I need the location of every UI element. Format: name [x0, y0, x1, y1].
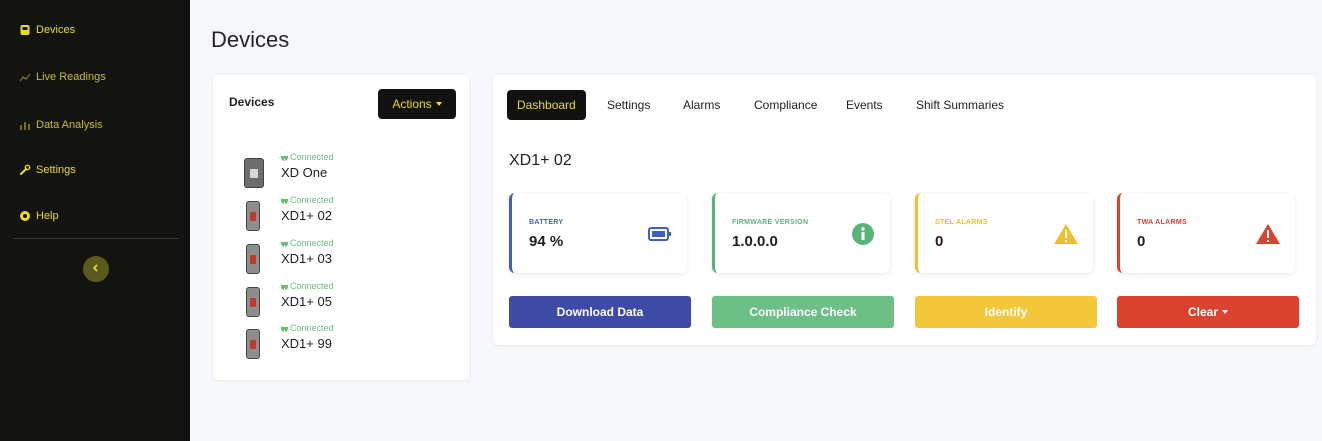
sidebar-divider [14, 238, 178, 239]
tab-dashboard[interactable]: Dashboard [507, 90, 586, 120]
sidebar-collapse-button[interactable] [83, 256, 109, 282]
actions-label: Actions [392, 97, 432, 111]
help-circle-icon [18, 209, 32, 223]
device-thumbnail [244, 158, 264, 188]
device-name: XD1+ 99 [281, 336, 332, 351]
stel-alarms-value: 0 [935, 233, 944, 250]
warning-icon [1255, 221, 1281, 247]
identify-button[interactable]: Identify [915, 296, 1097, 328]
sidebar-item-label: Settings [36, 164, 76, 176]
device-thumbnail [246, 287, 260, 317]
compliance-check-button[interactable]: Compliance Check [712, 296, 894, 328]
device-list-item[interactable]: Connected XD One [244, 152, 446, 194]
device-name: XD1+ 02 [281, 208, 332, 223]
twa-alarms-label: TWA ALARMS [1137, 219, 1187, 226]
battery-value: 94 % [529, 233, 564, 250]
clear-label: Clear [1187, 305, 1219, 319]
device-list-item[interactable]: Connected XD1+ 02 [246, 195, 446, 237]
firmware-label: FIRMWARE VERSION [732, 219, 809, 226]
battery-icon [647, 221, 673, 247]
plug-icon [281, 239, 288, 247]
devices-panel-title: Devices [229, 95, 275, 109]
device-thumbnail [246, 329, 260, 359]
firmware-value: 1.0.0.0 [732, 233, 778, 250]
plug-icon [281, 153, 288, 161]
sidebar-item-data-analysis[interactable]: Data Analysis [0, 110, 190, 140]
selected-device-name: XD1+ 02 [509, 152, 572, 169]
firmware-card: FIRMWARE VERSION 1.0.0.0 [712, 193, 890, 273]
device-list-item[interactable]: Connected XD1+ 05 [246, 281, 446, 323]
twa-alarms-value: 0 [1137, 233, 1146, 250]
device-icon [18, 23, 32, 37]
connection-status: Connected [281, 152, 334, 162]
device-name: XD One [281, 165, 328, 180]
device-name: XD1+ 03 [281, 251, 332, 266]
plug-icon [281, 282, 288, 290]
connection-status: Connected [281, 281, 334, 291]
device-thumbnail [246, 244, 260, 274]
device-list-item[interactable]: Connected XD1+ 03 [246, 238, 446, 280]
devices-panel: Devices Actions Connected XD One Connect… [213, 75, 469, 380]
warning-icon [1053, 221, 1079, 247]
stel-alarms-label: STEL ALARMS [935, 219, 988, 226]
sidebar-item-settings[interactable]: Settings [0, 155, 190, 185]
main-content: Devices Devices Actions Connected XD One… [190, 0, 1322, 441]
tab-alarms[interactable]: Alarms [673, 90, 730, 120]
tab-settings[interactable]: Settings [597, 90, 660, 120]
sidebar: Devices Live Readings Data Analysis Sett… [0, 0, 190, 441]
device-detail-panel: Dashboard Settings Alarms Compliance Eve… [493, 75, 1316, 345]
plug-icon [281, 196, 288, 204]
device-name: XD1+ 05 [281, 294, 332, 309]
sidebar-item-help[interactable]: Help [0, 201, 190, 231]
sidebar-item-devices[interactable]: Devices [0, 15, 190, 45]
chevron-left-icon [91, 260, 101, 278]
stel-alarms-card: STEL ALARMS 0 [915, 193, 1093, 273]
tab-compliance[interactable]: Compliance [744, 90, 827, 120]
battery-card: BATTERY 94 % [509, 193, 687, 273]
connection-status: Connected [281, 323, 334, 333]
page-title: Devices [211, 27, 290, 52]
tab-events[interactable]: Events [836, 90, 893, 120]
connection-status: Connected [281, 195, 334, 205]
clear-dropdown-button[interactable]: Clear [1117, 296, 1299, 328]
info-icon [850, 221, 876, 247]
caret-down-icon [1222, 310, 1229, 314]
device-list-item[interactable]: Connected XD1+ 99 [246, 323, 446, 365]
actions-dropdown-button[interactable]: Actions [378, 89, 456, 119]
connection-status: Connected [281, 238, 334, 248]
wrench-icon [18, 163, 32, 177]
sidebar-item-label: Devices [36, 24, 76, 36]
twa-alarms-card: TWA ALARMS 0 [1117, 193, 1295, 273]
tab-shift-summaries[interactable]: Shift Summaries [906, 90, 1014, 120]
chart-line-icon [18, 70, 32, 84]
bar-chart-icon [18, 118, 32, 132]
sidebar-item-live-readings[interactable]: Live Readings [0, 62, 190, 92]
plug-icon [281, 324, 288, 332]
device-thumbnail [246, 201, 260, 231]
sidebar-item-label: Data Analysis [36, 119, 103, 131]
sidebar-item-label: Help [36, 210, 59, 222]
caret-down-icon [435, 102, 442, 106]
battery-label: BATTERY [529, 219, 564, 226]
sidebar-item-label: Live Readings [36, 71, 106, 83]
download-data-button[interactable]: Download Data [509, 296, 691, 328]
